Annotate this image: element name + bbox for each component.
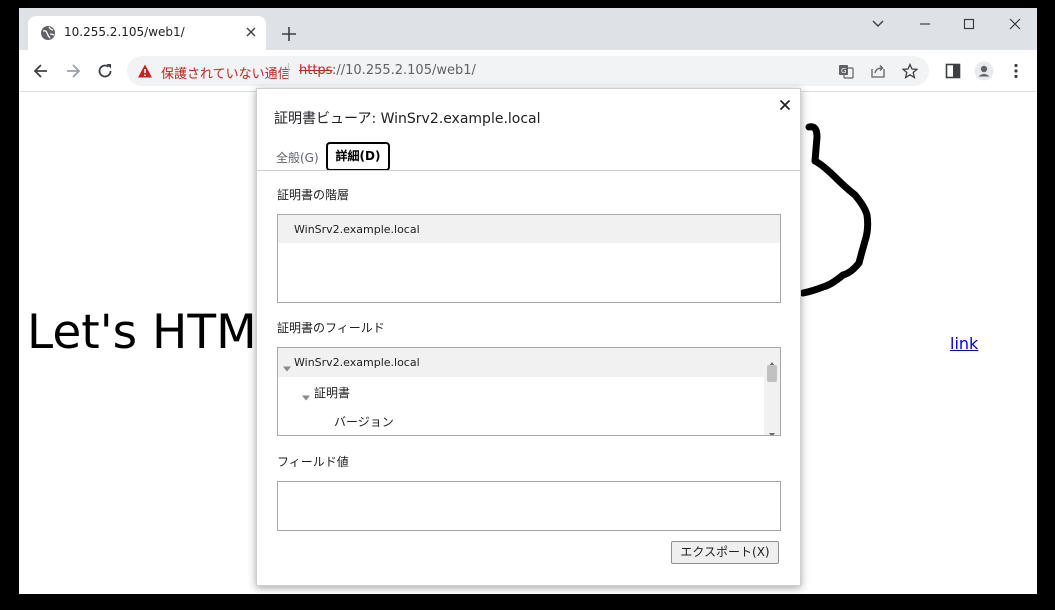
browser-toolbar: 保護されていない通信 https ://10.255.2.105/web1/ G bbox=[19, 50, 1037, 92]
page-link[interactable]: link bbox=[950, 334, 978, 353]
scroll-up-arrow-icon[interactable] bbox=[768, 352, 776, 366]
field-value-label: フィールド値 bbox=[277, 455, 349, 469]
close-icon[interactable] bbox=[777, 97, 793, 113]
address-bar[interactable]: 保護されていない通信 https ://10.255.2.105/web1/ G bbox=[127, 56, 929, 86]
arrow-left-icon[interactable] bbox=[31, 61, 51, 81]
translate-icon[interactable]: G bbox=[838, 63, 854, 79]
tab-close-icon[interactable] bbox=[243, 24, 259, 40]
tree-scrollbar[interactable] bbox=[764, 348, 780, 435]
tree-item-label: WinSrv2.example.local bbox=[294, 356, 420, 369]
export-button[interactable]: エクスポート(X) bbox=[671, 541, 779, 564]
new-tab-icon[interactable] bbox=[278, 23, 300, 45]
profile-icon[interactable] bbox=[974, 61, 994, 81]
triangle-down-icon[interactable] bbox=[283, 358, 291, 372]
hierarchy-item-label: WinSrv2.example.local bbox=[294, 223, 420, 236]
dialog-title: 証明書ビューア: WinSrv2.example.local bbox=[274, 111, 541, 127]
kebab-menu-icon[interactable] bbox=[1006, 61, 1026, 81]
page-heading: Let's HTM bbox=[27, 305, 257, 360]
certificate-hierarchy-list[interactable]: WinSrv2.example.local bbox=[277, 214, 781, 303]
hierarchy-item[interactable]: WinSrv2.example.local bbox=[278, 215, 780, 243]
url-separator bbox=[288, 63, 289, 79]
warning-triangle-icon[interactable] bbox=[137, 63, 153, 79]
fields-label: 証明書のフィールド bbox=[277, 321, 385, 335]
tree-item[interactable]: WinSrv2.example.local bbox=[278, 348, 764, 377]
url-scheme: https bbox=[299, 63, 333, 78]
svg-text:G: G bbox=[841, 67, 846, 75]
tree-item[interactable]: バージョン bbox=[278, 406, 764, 435]
tree-item[interactable]: 証明書 bbox=[278, 377, 764, 406]
scrollbar-thumb[interactable] bbox=[767, 365, 777, 382]
tab-title: 10.255.2.105/web1/ bbox=[64, 25, 185, 39]
certificate-fields-tree[interactable]: WinSrv2.example.local 証明書 バージョン bbox=[277, 347, 781, 436]
side-panel-icon[interactable] bbox=[943, 61, 963, 81]
minimize-icon[interactable] bbox=[911, 14, 939, 34]
url-text: ://10.255.2.105/web1/ bbox=[332, 63, 476, 78]
tab-divider bbox=[257, 170, 800, 171]
arrow-right-icon[interactable] bbox=[63, 61, 83, 81]
tab-general[interactable]: 全般(G) bbox=[276, 149, 319, 166]
browser-tab[interactable]: 10.255.2.105/web1/ bbox=[28, 16, 266, 50]
security-status-text[interactable]: 保護されていない通信 bbox=[161, 63, 291, 82]
triangle-down-icon[interactable] bbox=[302, 387, 310, 401]
scroll-down-arrow-icon[interactable] bbox=[768, 423, 776, 435]
tree-item-label: バージョン bbox=[334, 415, 394, 429]
tree-item-label: 証明書 bbox=[314, 386, 351, 400]
close-window-icon[interactable] bbox=[1001, 14, 1029, 34]
tab-search-chevron-icon[interactable] bbox=[864, 14, 892, 34]
field-value-box[interactable] bbox=[277, 481, 781, 531]
hierarchy-label: 証明書の階層 bbox=[277, 188, 350, 202]
share-icon[interactable] bbox=[870, 63, 886, 79]
globe-icon bbox=[40, 25, 56, 41]
certificate-viewer-dialog: 証明書ビューア: WinSrv2.example.local 全般(G) 詳細(… bbox=[256, 88, 801, 586]
tab-details[interactable]: 詳細(D) bbox=[326, 142, 390, 171]
reload-icon[interactable] bbox=[95, 61, 115, 81]
star-icon[interactable] bbox=[901, 62, 919, 79]
tab-strip: 10.255.2.105/web1/ bbox=[19, 8, 1037, 50]
maximize-icon[interactable] bbox=[955, 14, 983, 34]
